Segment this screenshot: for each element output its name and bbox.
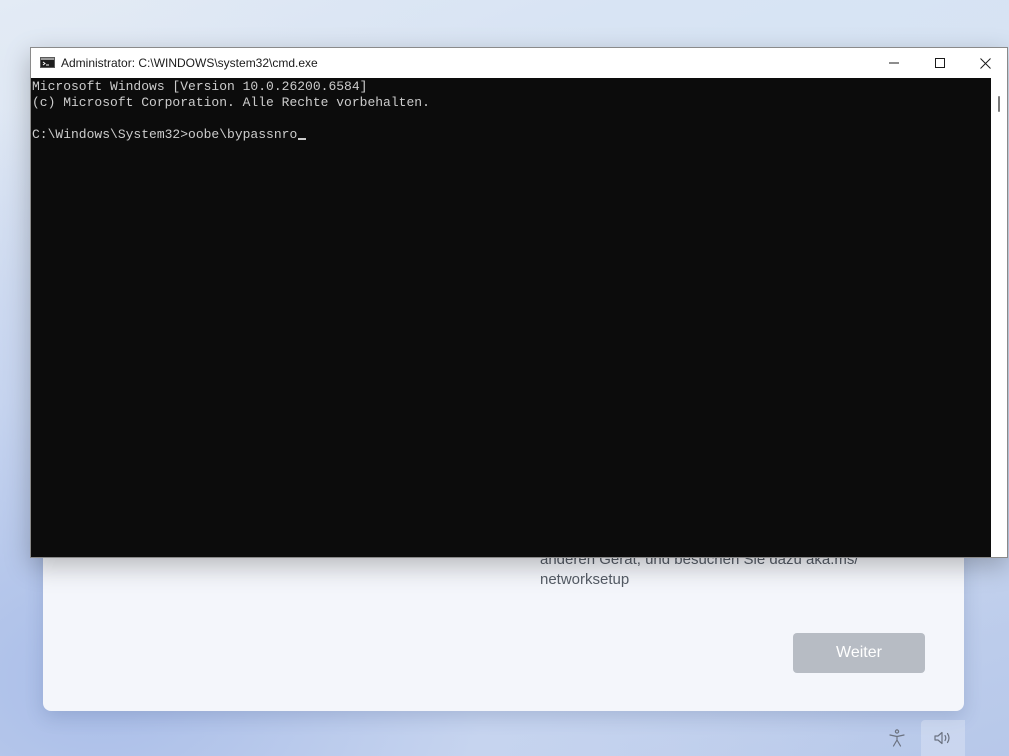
console-line: Microsoft Windows [Version 10.0.26200.65…	[32, 79, 368, 94]
close-icon	[979, 57, 991, 69]
oobe-setup-card: anderen Gerät, und besuchen Sie dazu aka…	[43, 540, 964, 711]
accessibility-button[interactable]	[875, 720, 919, 756]
text-cursor	[298, 138, 307, 140]
minimize-icon	[889, 62, 899, 64]
console-line: (c) Microsoft Corporation. Alle Rechte v…	[32, 95, 430, 110]
console-prompt-line[interactable]: C:\Windows\System32>oobe\bypassnro	[32, 127, 991, 143]
maximize-icon	[935, 58, 945, 68]
network-setup-text-line: networksetup	[540, 571, 630, 588]
minimize-button[interactable]	[871, 48, 917, 78]
close-button[interactable]	[962, 48, 1008, 78]
vertical-scrollbar[interactable]	[991, 78, 1007, 557]
console-command: C:\Windows\System32>oobe\bypassnro	[32, 127, 298, 142]
volume-button[interactable]	[921, 720, 965, 756]
title-bar[interactable]: Administrator: C:\WINDOWS\system32\cmd.e…	[31, 48, 1007, 78]
oobe-system-icons	[875, 720, 1009, 756]
window-title: Administrator: C:\WINDOWS\system32\cmd.e…	[61, 56, 318, 70]
volume-icon	[934, 731, 950, 745]
cmd-window[interactable]: Administrator: C:\WINDOWS\system32\cmd.e…	[30, 47, 1008, 558]
scrollbar-thumb[interactable]	[998, 96, 1000, 112]
next-button[interactable]: Weiter	[793, 633, 925, 673]
maximize-button[interactable]	[917, 48, 963, 78]
accessibility-icon	[889, 729, 905, 747]
console-output[interactable]: Microsoft Windows [Version 10.0.26200.65…	[31, 78, 991, 557]
cmd-icon	[40, 57, 55, 68]
